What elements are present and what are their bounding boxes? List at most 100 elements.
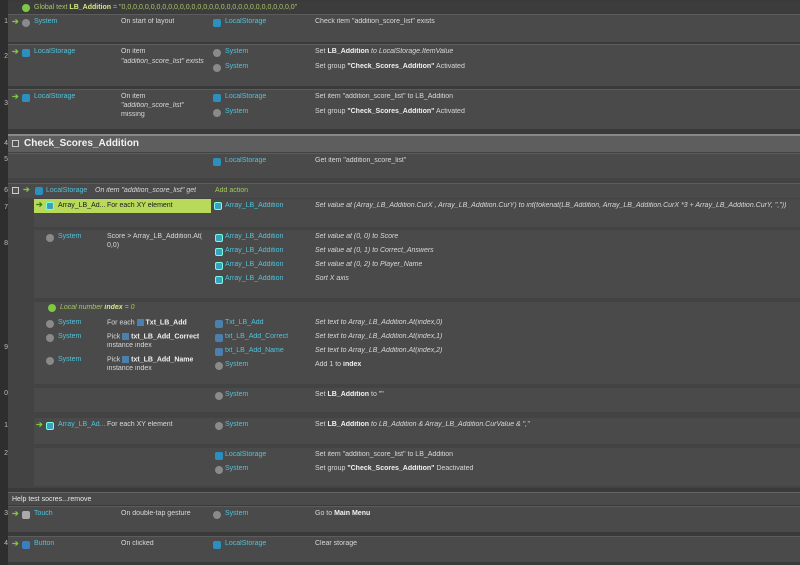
action-row[interactable]: Array_LB_Addition Set value at (0, 2) to… bbox=[213, 261, 800, 273]
condition-object: LocalStorage bbox=[34, 48, 76, 55]
action-text: Set text to Array_LB_Addition.At(index,1… bbox=[315, 333, 443, 340]
action-object: LocalStorage bbox=[225, 18, 267, 25]
system-icon bbox=[213, 49, 221, 57]
localstorage-icon bbox=[213, 94, 221, 102]
action-text: Set value at (0, 1) to Correct_Answers bbox=[315, 247, 434, 254]
comment-row[interactable]: Help test socres...remove bbox=[8, 492, 800, 505]
event-8[interactable]: System Score > Array_LB_Addition.At( 0,0… bbox=[34, 230, 800, 298]
localstorage-icon bbox=[215, 452, 223, 460]
text-object-icon bbox=[136, 319, 144, 326]
line-number: 4 bbox=[4, 540, 8, 547]
system-icon bbox=[22, 19, 30, 27]
text-object-icon bbox=[215, 334, 223, 342]
action-row[interactable]: Array_LB_Addition Sort X axis bbox=[213, 275, 800, 287]
action-text: Set LB_Addition to LocalStorage.ItemValu… bbox=[315, 48, 454, 55]
local-variable-row[interactable]: Local number index = 0 bbox=[34, 302, 800, 315]
action-list: Txt_LB_Add Set text to Array_LB_Addition… bbox=[213, 316, 800, 384]
condition-text: "addition_score_list" bbox=[121, 102, 184, 109]
condition-object: Touch bbox=[34, 510, 53, 517]
action-text: Sort X axis bbox=[315, 275, 349, 282]
action-row[interactable]: Array_LB_Addition Set value at (0, 1) to… bbox=[213, 247, 800, 259]
condition-text: instance index bbox=[107, 342, 152, 349]
system-icon bbox=[215, 392, 223, 400]
text-object-icon bbox=[122, 333, 130, 340]
localstorage-icon bbox=[213, 19, 221, 27]
event-9[interactable]: Local number index = 0 System For each T… bbox=[34, 302, 800, 384]
collapse-icon[interactable] bbox=[12, 140, 19, 147]
array-icon bbox=[215, 248, 223, 256]
system-icon bbox=[215, 422, 223, 430]
global-var-prefix: Global text bbox=[34, 4, 68, 11]
line-number: 0 bbox=[4, 390, 8, 397]
action-object: Array_LB_Addition bbox=[225, 275, 284, 282]
condition-object: System bbox=[58, 233, 82, 240]
localstorage-icon bbox=[35, 187, 43, 195]
action-object: System bbox=[225, 391, 249, 398]
action-text: Clear storage bbox=[315, 540, 358, 547]
group-title: Check_Scores_Addition bbox=[24, 138, 140, 149]
collapse-icon[interactable] bbox=[12, 187, 19, 194]
selected-condition[interactable]: ➔ Array_LB_Ad... For each XY element bbox=[34, 199, 211, 213]
action-object: LocalStorage bbox=[225, 451, 267, 458]
condition-text: "addition_score_list" exists bbox=[121, 58, 204, 65]
action-object: System bbox=[225, 48, 249, 55]
add-action-link[interactable]: Add action bbox=[215, 187, 248, 194]
line-number: 6 bbox=[4, 187, 8, 194]
action-object: System bbox=[225, 361, 249, 368]
global-var-name: LB_Addition bbox=[69, 4, 112, 11]
action-list: Array_LB_Addition Set value at (0, 0) to… bbox=[213, 230, 800, 298]
text-object-icon bbox=[215, 320, 223, 328]
event-3[interactable]: ➔ LocalStorage On item "addition_score_l… bbox=[8, 89, 800, 129]
localstorage-icon bbox=[22, 94, 30, 102]
condition-text: Pick txt_LB_Add_Name bbox=[107, 356, 194, 364]
action-row[interactable]: Txt_LB_Add Set text to Array_LB_Addition… bbox=[213, 319, 800, 331]
action-text: Add 1 to index bbox=[315, 361, 362, 368]
line-number: 9 bbox=[4, 344, 8, 351]
button-object-icon bbox=[22, 541, 30, 549]
event-arrow-icon: ➔ bbox=[12, 92, 19, 101]
system-icon bbox=[213, 109, 221, 117]
action-object: System bbox=[225, 465, 249, 472]
event-10[interactable]: System Set LB_Addition to "" bbox=[34, 388, 800, 412]
action-text: Set item "addition_score_list" to LB_Add… bbox=[315, 93, 454, 100]
line-number: 8 bbox=[4, 240, 8, 247]
condition-object: System bbox=[58, 319, 82, 326]
condition-text: On item "addition_score_list" get bbox=[95, 187, 197, 194]
action-row[interactable]: Array_LB_Addition Set value at (0, 0) to… bbox=[213, 233, 800, 245]
action-text: Go to Main Menu bbox=[315, 510, 371, 517]
action-row[interactable]: txt_LB_Add_Correct Set text to Array_LB_… bbox=[213, 333, 800, 345]
system-icon bbox=[215, 362, 223, 370]
event-arrow-icon: ➔ bbox=[36, 200, 43, 209]
action-row[interactable]: System Add 1 to index bbox=[213, 361, 800, 373]
condition-text: Score > Array_LB_Addition.At( bbox=[107, 233, 203, 240]
event-14[interactable]: ➔ Button On clicked LocalStorage Clear s… bbox=[8, 536, 800, 562]
array-icon bbox=[215, 276, 223, 284]
condition-text: missing bbox=[121, 111, 145, 118]
line-number: 7 bbox=[4, 204, 8, 211]
action-object: txt_LB_Add_Correct bbox=[225, 333, 289, 340]
action-object: System bbox=[225, 510, 249, 517]
line-number: 1 bbox=[4, 422, 8, 429]
event-13[interactable]: ➔ Touch On double-tap gesture System Go … bbox=[8, 506, 800, 532]
line-number: 1 bbox=[4, 18, 8, 25]
event-5[interactable]: LocalStorage Get item "addition_score_li… bbox=[8, 153, 800, 178]
system-icon bbox=[213, 64, 221, 72]
group-header[interactable]: Check_Scores_Addition bbox=[8, 134, 800, 152]
system-icon bbox=[46, 334, 54, 342]
event-1[interactable]: ➔ System On start of layout LocalStorage… bbox=[8, 14, 800, 42]
action-object: LocalStorage bbox=[225, 540, 267, 547]
localstorage-icon bbox=[213, 541, 221, 549]
line-number: 3 bbox=[4, 100, 8, 107]
event-arrow-icon: ➔ bbox=[12, 539, 19, 548]
event-6[interactable]: ➔ LocalStorage On item "addition_score_l… bbox=[8, 183, 800, 198]
line-number: 2 bbox=[4, 53, 8, 60]
localstorage-icon bbox=[213, 158, 221, 166]
event-7[interactable]: ➔ Array_LB_Ad... For each XY element Arr… bbox=[34, 199, 800, 227]
system-icon bbox=[46, 357, 54, 365]
event-12[interactable]: LocalStorage Set item "addition_score_li… bbox=[34, 448, 800, 486]
event-2[interactable]: ➔ LocalStorage On item "addition_score_l… bbox=[8, 44, 800, 86]
event-11[interactable]: ➔ Array_LB_Ad... For each XY element Sys… bbox=[34, 418, 800, 444]
action-row[interactable]: txt_LB_Add_Name Set text to Array_LB_Add… bbox=[213, 347, 800, 359]
condition-text: On item bbox=[121, 93, 146, 100]
global-variable-row[interactable]: Global text LB_Addition = "0,0,0,0,0,0,0… bbox=[8, 2, 800, 14]
